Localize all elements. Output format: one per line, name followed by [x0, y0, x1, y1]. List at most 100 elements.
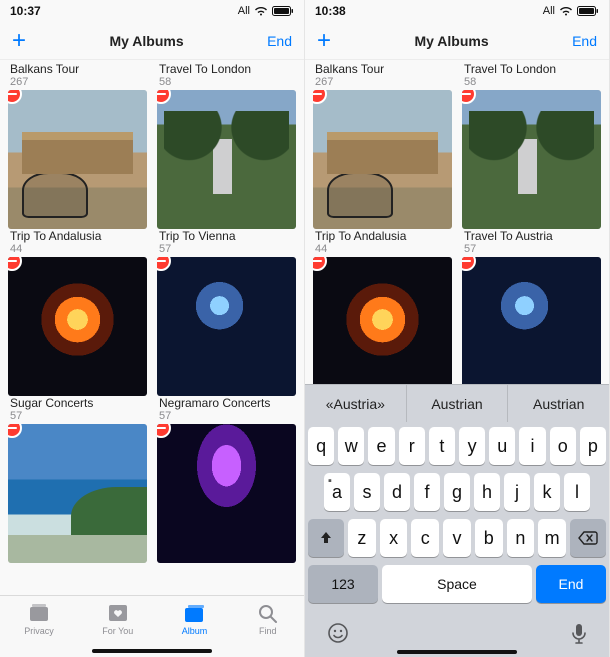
key-g[interactable]: g — [444, 473, 470, 511]
album-thumbnail[interactable] — [313, 90, 452, 229]
key-q[interactable]: q — [308, 427, 334, 465]
album-thumbnail[interactable] — [462, 90, 601, 229]
status-indicators: All — [543, 5, 599, 17]
album-thumbnail[interactable] — [157, 90, 296, 229]
tab-for-you[interactable]: For You — [102, 602, 133, 636]
key-r[interactable]: r — [399, 427, 425, 465]
keyboard-row: q w e r t y u i o p — [308, 427, 606, 465]
album-count: 57 — [462, 243, 601, 255]
album-count: 58 — [462, 76, 601, 88]
thumbnail-image — [462, 90, 601, 229]
key-m[interactable]: m — [538, 519, 566, 557]
album-count: 267 — [8, 76, 147, 88]
status-carrier: All — [238, 5, 250, 17]
thumbnail-image — [8, 424, 147, 563]
nav-bar: + My Albums End — [305, 22, 609, 60]
key-h[interactable]: h — [474, 473, 500, 511]
emoji-key[interactable] — [327, 622, 349, 650]
album-item[interactable]: Balkans Tour 267 Trip To Andalusia 44 — [313, 62, 452, 384]
backspace-key[interactable] — [570, 519, 606, 557]
album-title: Travel To London — [462, 62, 601, 76]
tab-library[interactable]: Privacy — [24, 602, 54, 636]
screen-left: 10:37 All + My Albums End Balkans Tour 2… — [0, 0, 305, 657]
albums-grid[interactable]: Balkans Tour 267 Trip To Andalusia 44 Tr… — [305, 60, 609, 384]
key-n[interactable]: n — [507, 519, 535, 557]
album-item[interactable]: Travel To London 58 Trip To Vienna 57 Ne… — [157, 62, 296, 563]
album-title: Trip To Vienna — [157, 229, 296, 243]
tab-albums[interactable]: Album — [182, 602, 208, 636]
shift-key[interactable] — [308, 519, 344, 557]
key-c[interactable]: c — [411, 519, 439, 557]
key-p[interactable]: p — [580, 427, 606, 465]
album-thumbnail[interactable] — [8, 424, 147, 563]
album-thumbnail[interactable] — [8, 90, 147, 229]
key-y[interactable]: y — [459, 427, 485, 465]
add-button[interactable]: + — [12, 29, 26, 53]
shift-icon — [318, 530, 334, 546]
battery-icon — [577, 6, 599, 16]
album-count: 57 — [157, 243, 296, 255]
key-v[interactable]: v — [443, 519, 471, 557]
album-thumbnail[interactable] — [157, 424, 296, 563]
album-item[interactable]: Balkans Tour 267 Trip To Andalusia 44 Su… — [8, 62, 147, 563]
add-button[interactable]: + — [317, 29, 331, 53]
tab-search[interactable]: Find — [256, 602, 280, 636]
home-indicator[interactable] — [397, 650, 517, 654]
caps-indicator-icon: ▪ — [328, 475, 332, 487]
key-t[interactable]: t — [429, 427, 455, 465]
thumbnail-image — [157, 257, 296, 396]
status-time: 10:38 — [315, 4, 346, 18]
key-d[interactable]: d — [384, 473, 410, 511]
key-l[interactable]: l — [564, 473, 590, 511]
album-thumbnail[interactable] — [157, 257, 296, 396]
album-title: Travel To Austria — [462, 229, 601, 243]
return-key[interactable]: End — [536, 565, 606, 603]
nav-title: My Albums — [414, 33, 488, 49]
key-e[interactable]: e — [368, 427, 394, 465]
backspace-icon — [578, 531, 598, 545]
status-bar: 10:37 All — [0, 0, 304, 22]
suggestion-item[interactable]: «Austria» — [305, 385, 407, 422]
key-b[interactable]: b — [475, 519, 503, 557]
key-i[interactable]: i — [519, 427, 545, 465]
key-z[interactable]: z — [348, 519, 376, 557]
album-item[interactable]: Travel To London 58 Travel To Austria 57 — [462, 62, 601, 384]
home-indicator[interactable] — [92, 649, 212, 653]
album-title: Travel To London — [157, 62, 296, 76]
key-w[interactable]: w — [338, 427, 364, 465]
album-thumbnail[interactable] — [8, 257, 147, 396]
album-title: Negramaro Concerts — [157, 396, 296, 410]
album-count: 58 — [157, 76, 296, 88]
numbers-key[interactable]: 123 — [308, 565, 378, 603]
suggestion-item[interactable]: Austrian — [508, 385, 609, 422]
tab-label: Find — [259, 626, 277, 636]
key-a[interactable]: ▪a — [324, 473, 350, 511]
dictation-key[interactable] — [571, 623, 587, 650]
thumbnail-image — [157, 90, 296, 229]
space-key[interactable]: Space — [382, 565, 532, 603]
key-j[interactable]: j — [504, 473, 530, 511]
key-k[interactable]: k — [534, 473, 560, 511]
key-f[interactable]: f — [414, 473, 440, 511]
done-button[interactable]: End — [267, 33, 292, 49]
status-indicators: All — [238, 5, 294, 17]
wifi-icon — [254, 6, 268, 16]
status-bar: 10:38 All — [305, 0, 609, 22]
keyboard-bottom-bar — [305, 615, 609, 657]
album-title: Balkans Tour — [313, 62, 452, 76]
album-title: Trip To Andalusia — [8, 229, 147, 243]
album-thumbnail[interactable] — [313, 257, 452, 384]
microphone-icon — [571, 623, 587, 645]
suggestion-item[interactable]: Austrian — [407, 385, 509, 422]
key-s[interactable]: s — [354, 473, 380, 511]
done-button[interactable]: End — [572, 33, 597, 49]
key-o[interactable]: o — [550, 427, 576, 465]
key-x[interactable]: x — [380, 519, 408, 557]
albums-grid[interactable]: Balkans Tour 267 Trip To Andalusia 44 Su… — [0, 60, 304, 595]
library-icon — [27, 602, 51, 624]
key-u[interactable]: u — [489, 427, 515, 465]
album-count: 44 — [313, 243, 452, 255]
album-thumbnail[interactable] — [462, 257, 601, 384]
wifi-icon — [559, 6, 573, 16]
tab-bar: Privacy For You Album Find — [0, 595, 304, 657]
